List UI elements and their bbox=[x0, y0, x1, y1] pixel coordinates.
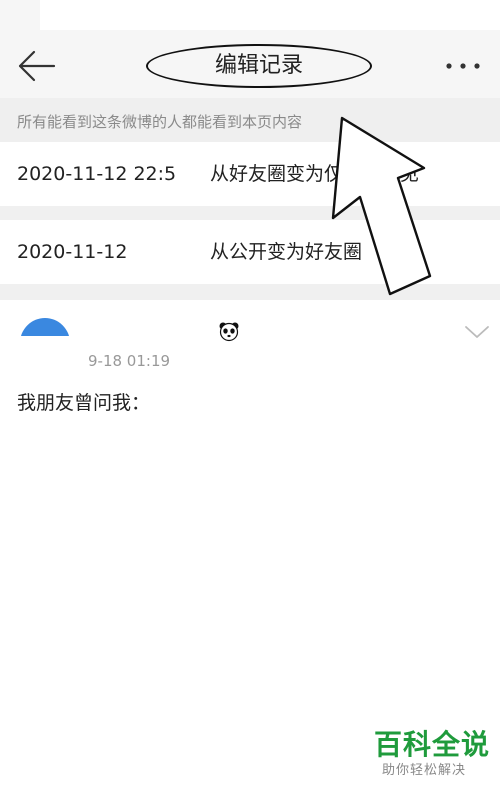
post-text: 我朋友曾问我： bbox=[17, 392, 151, 414]
divider bbox=[0, 206, 500, 220]
watermark-subtitle: 助你轻松解决 bbox=[382, 763, 467, 778]
record-date: 2020-11-12 bbox=[17, 241, 128, 263]
divider bbox=[0, 284, 500, 300]
watermark-title: 百科全说 bbox=[374, 728, 491, 761]
post-timestamp: 9-18 01:19 bbox=[88, 352, 171, 370]
edit-record-row[interactable]: 2020-11-12 从公开变为好友圈 bbox=[0, 220, 500, 284]
record-change: 从公开变为好友圈 bbox=[210, 241, 363, 263]
chevron-down-icon[interactable] bbox=[464, 324, 490, 340]
nav-bar: 编辑记录 bbox=[0, 32, 500, 98]
avatar[interactable] bbox=[20, 318, 70, 336]
back-arrow-icon[interactable] bbox=[14, 48, 60, 84]
edit-record-row[interactable]: 2020-11-12 22:5 从好友圈变为仅自己可见 bbox=[0, 142, 500, 206]
page-title: 编辑记录 bbox=[214, 53, 303, 78]
status-bar bbox=[0, 0, 500, 32]
record-date: 2020-11-12 22:5 bbox=[17, 163, 177, 185]
status-bar-panel bbox=[40, 0, 500, 30]
panda-icon bbox=[219, 322, 239, 342]
avatar-image bbox=[20, 318, 70, 336]
more-icon[interactable] bbox=[440, 54, 486, 78]
record-change: 从好友圈变为仅自己可见 bbox=[210, 163, 420, 185]
visibility-notice: 所有能看到这条微博的人都能看到本页内容 bbox=[0, 98, 500, 142]
